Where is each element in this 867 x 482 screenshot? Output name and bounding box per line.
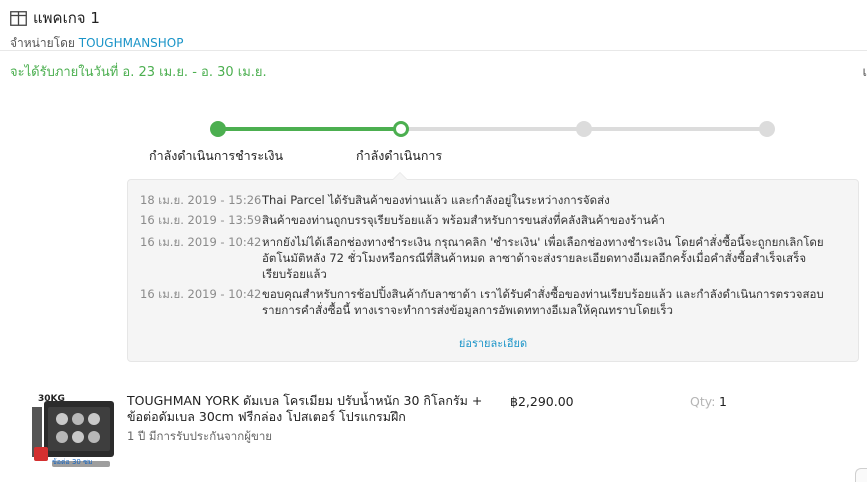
progress-track-done — [218, 127, 401, 131]
clipped-edge-text: เ — [862, 65, 867, 80]
tracking-message: สินค้าของท่านถูกบรรจุเรียบร้อยแล้ว พร้อม… — [262, 213, 665, 227]
package-title-row: แพคเกจ 1 — [10, 6, 184, 30]
tracking-time: 16 เม.ย. 2019 - 10:42 — [140, 287, 262, 301]
tracking-entry: 16 เม.ย. 2019 - 10:42 ขอบคุณสำหรับการช้อ… — [140, 286, 848, 318]
seller-prefix: จำหน่ายโดย — [10, 36, 75, 50]
tracking-entry: 16 เม.ย. 2019 - 13:59 สินค้าของท่านถูกบร… — [140, 212, 848, 228]
order-item: 30KG ข้อต่อ 30 ซม TOUGHMAN YORK ดัมเบล โ… — [30, 391, 860, 477]
step-label-processing: กำลังดำเนินการ — [356, 148, 443, 163]
delivery-eta: จะได้รับภายในวันที่ อ. 23 เม.ย. - อ. 30 … — [10, 65, 267, 80]
tracking-time: 16 เม.ย. 2019 - 13:59 — [140, 213, 262, 227]
seller-link[interactable]: TOUGHMANSHOP — [79, 36, 184, 50]
product-warranty: 1 ปี มีการรับประกันจากผู้ขาย — [127, 429, 273, 443]
step-dot-shipped — [576, 121, 592, 137]
step-dot-payment — [210, 121, 226, 137]
collapse-details-link[interactable]: ย่อรายละเอียด — [128, 334, 858, 352]
step-dot-delivered — [759, 121, 775, 137]
product-price: ฿2,290.00 — [510, 394, 574, 409]
quantity-value: 1 — [719, 394, 727, 409]
tracking-message: Thai Parcel ได้รับสินค้าของท่านแล้ว และก… — [262, 193, 610, 207]
product-thumbnail[interactable]: 30KG ข้อต่อ 30 ซม — [30, 391, 116, 475]
quantity-label: Qty: — [690, 394, 716, 409]
tracking-time: 16 เม.ย. 2019 - 10:42 — [140, 235, 262, 249]
floating-widget-edge[interactable] — [855, 468, 867, 482]
thumb-caption: ข้อต่อ 30 ซม — [52, 458, 93, 466]
tracking-entry: 16 เม.ย. 2019 - 10:42 หากยังไม่ได้เลือกช… — [140, 234, 848, 282]
tracking-time: 18 เม.ย. 2019 - 15:26 — [140, 193, 262, 207]
step-label-payment: กำลังดำเนินการชำระเงิน — [149, 148, 284, 163]
product-name[interactable]: TOUGHMAN YORK ดัมเบล โครเมียม ปรับน้ำหนั… — [127, 393, 497, 425]
header-divider — [0, 50, 867, 51]
order-progress-stepper: กำลังดำเนินการชำระเงิน กำลังดำเนินการ — [0, 116, 867, 166]
thumb-badge: 30KG — [38, 394, 65, 404]
tracking-entry: 18 เม.ย. 2019 - 15:26 Thai Parcel ได้รับ… — [140, 192, 848, 208]
tracking-message: ขอบคุณสำหรับการช้อปปิ้งสินค้ากับลาซาด้า … — [262, 287, 824, 317]
tracking-log: 18 เม.ย. 2019 - 15:26 Thai Parcel ได้รับ… — [127, 172, 859, 362]
step-dot-processing — [393, 121, 409, 137]
tracking-message: หากยังไม่ได้เลือกช่องทางชำระเงิน กรุณาคล… — [262, 235, 824, 281]
package-title: แพคเกจ 1 — [33, 9, 100, 27]
package-header: แพคเกจ 1 จำหน่ายโดย TOUGHMANSHOP — [10, 6, 184, 53]
package-icon — [10, 10, 27, 26]
